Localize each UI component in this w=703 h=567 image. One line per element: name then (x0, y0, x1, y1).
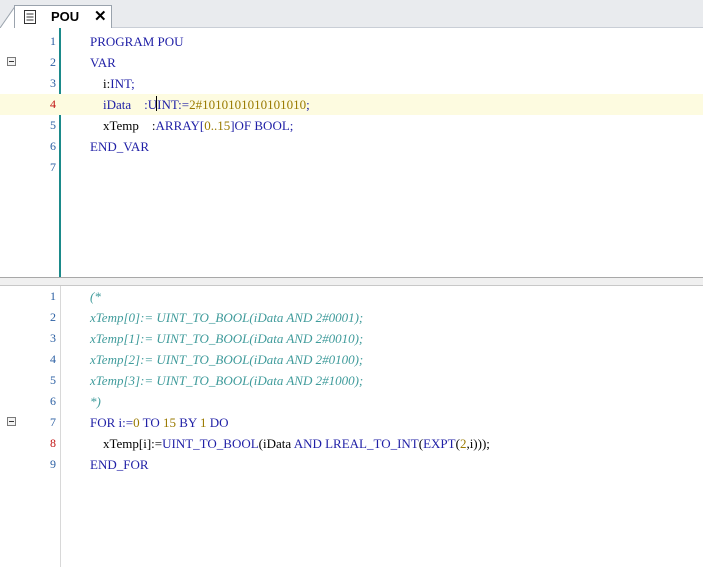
line-number: 2 (50, 310, 56, 324)
editor-tab-bar: POU ✕ (0, 0, 703, 28)
tab-label: POU (51, 9, 80, 24)
code-token: 15 (162, 415, 176, 430)
code-line[interactable]: 6 *) (0, 391, 703, 412)
line-number: 3 (50, 76, 56, 90)
code-line[interactable]: 9 END_FOR (0, 454, 703, 475)
code-line[interactable]: 1 PROGRAM POU (0, 31, 703, 52)
code-token: 0..15 (204, 118, 231, 133)
code-token: BY (175, 415, 201, 430)
code-token: AND (293, 436, 322, 451)
line-number: 7 (50, 415, 56, 429)
line-number: 6 (50, 394, 56, 408)
code-line[interactable]: 3 xTemp[1]:= UINT_TO_BOOL(iData AND 2#00… (0, 328, 703, 349)
code-text: END_FOR (90, 457, 149, 472)
line-number: 1 (50, 34, 56, 48)
code-token: ARRAY[ (155, 118, 205, 133)
tab-pou[interactable]: POU ✕ (14, 5, 112, 28)
code-line[interactable]: 1 (* (0, 286, 703, 307)
implementation-editor[interactable]: 1 (* 2 xTemp[0]:= UINT_TO_BOOL(iData AND… (0, 286, 703, 567)
code-text: xTemp[0]:= UINT_TO_BOOL(iData AND 2#0001… (90, 310, 364, 325)
code-text: FOR i:=0 TO 15 BY 1 DO (90, 412, 229, 433)
code-text: i:INT; (90, 73, 135, 94)
code-line[interactable]: 2 VAR (0, 52, 703, 73)
code-text: iData :UINT:=2#1010101010101010; (90, 94, 310, 115)
code-token: TO (139, 415, 163, 430)
code-token: (iData (258, 436, 294, 451)
code-token: xTemp[i]:= (90, 436, 163, 451)
code-token: INT; (110, 76, 135, 91)
collapse-icon[interactable] (7, 417, 16, 426)
code-text: (* (90, 289, 101, 304)
code-line[interactable]: 5 xTemp[3]:= UINT_TO_BOOL(iData AND 2#10… (0, 370, 703, 391)
line-number: 1 (50, 289, 56, 303)
code-token: INT:= (157, 97, 190, 112)
line-number: 4 (50, 97, 56, 111)
code-token: 2#1010101010101010 (189, 97, 307, 112)
code-line[interactable]: 7 FOR i:=0 TO 15 BY 1 DO (0, 412, 703, 433)
line-number: 4 (50, 352, 56, 366)
code-line[interactable]: 8 xTemp[i]:=UINT_TO_BOOL(iData AND LREAL… (0, 433, 703, 454)
code-token: iData :U (90, 97, 158, 112)
code-token: UINT_TO_BOOL (162, 436, 259, 451)
code-line[interactable]: 7 (0, 157, 703, 178)
document-icon (24, 10, 36, 24)
code-text: xTemp[i]:=UINT_TO_BOOL(iData AND LREAL_T… (90, 433, 490, 454)
code-line[interactable]: 5 xTemp :ARRAY[0..15]OF BOOL; (0, 115, 703, 136)
code-token: EXPT (423, 436, 456, 451)
code-text: VAR (90, 55, 116, 70)
line-number: 7 (50, 160, 56, 174)
line-number: 6 (50, 139, 56, 153)
code-text: xTemp[1]:= UINT_TO_BOOL(iData AND 2#0010… (90, 331, 364, 346)
code-token: FOR i:= (90, 415, 134, 430)
code-line[interactable]: 3 i:INT; (0, 73, 703, 94)
line-number: 2 (50, 55, 56, 69)
code-token: ; (306, 97, 310, 112)
collapse-icon[interactable] (7, 57, 16, 66)
code-token: ,i))); (466, 436, 490, 451)
line-number: 3 (50, 331, 56, 345)
code-text: PROGRAM POU (90, 34, 184, 49)
code-line[interactable]: 2 xTemp[0]:= UINT_TO_BOOL(iData AND 2#00… (0, 307, 703, 328)
code-text: xTemp[2]:= UINT_TO_BOOL(iData AND 2#0100… (90, 352, 364, 367)
code-text: *) (90, 394, 101, 409)
current-code-line[interactable]: 4 iData :UINT:=2#1010101010101010; (0, 94, 703, 115)
line-number: 5 (50, 373, 56, 387)
declaration-editor[interactable]: 1 PROGRAM POU 2 VAR 3 i:INT; 4 iData :UI… (0, 28, 703, 277)
line-number: 8 (50, 436, 56, 450)
code-token: LREAL_TO_INT (325, 436, 419, 451)
code-token: ]OF BOOL; (230, 118, 294, 133)
code-text: xTemp[3]:= UINT_TO_BOOL(iData AND 2#1000… (90, 373, 364, 388)
code-line[interactable]: 4 xTemp[2]:= UINT_TO_BOOL(iData AND 2#01… (0, 349, 703, 370)
line-number: 5 (50, 118, 56, 132)
code-line[interactable]: 6 END_VAR (0, 136, 703, 157)
line-number: 9 (50, 457, 56, 471)
code-token: xTemp : (90, 118, 156, 133)
code-text: xTemp :ARRAY[0..15]OF BOOL; (90, 115, 293, 136)
pane-splitter[interactable] (0, 277, 703, 286)
close-icon[interactable]: ✕ (94, 7, 107, 25)
code-token: DO (206, 415, 229, 430)
code-text: END_VAR (90, 139, 149, 154)
code-token: i: (90, 76, 111, 91)
